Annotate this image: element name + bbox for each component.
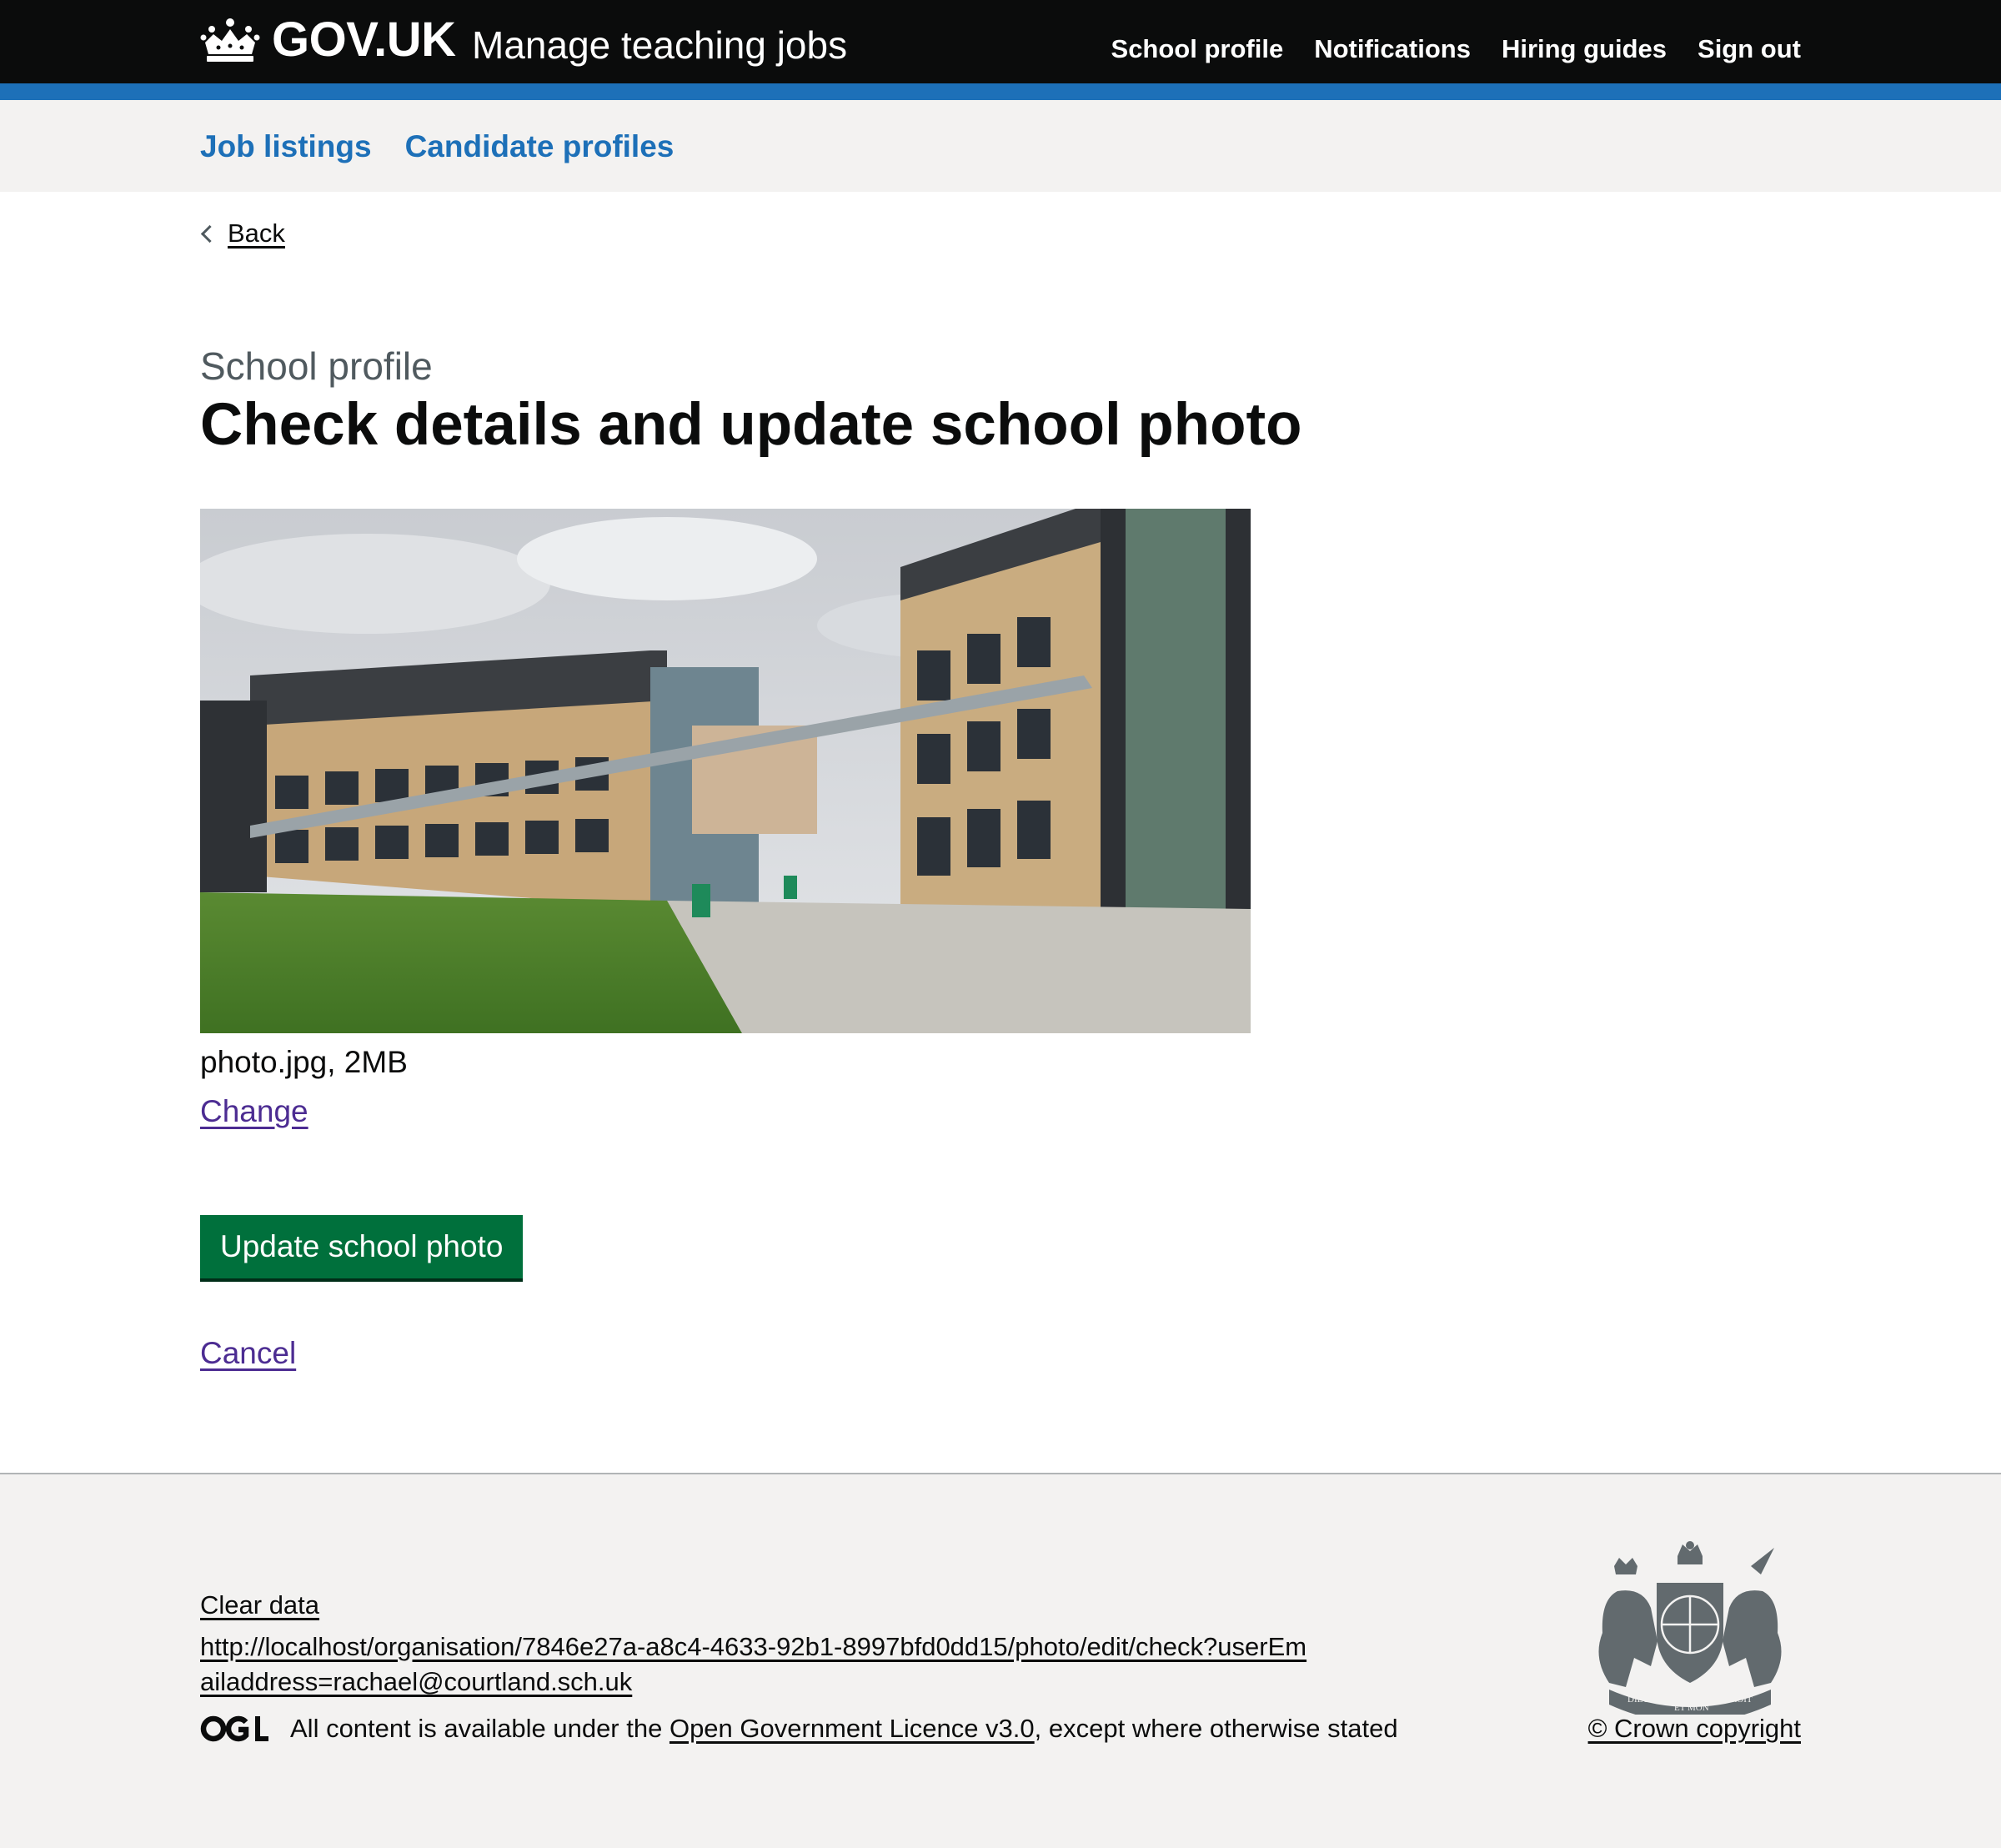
school-building-image <box>200 509 1251 1033</box>
clear-data-link[interactable]: Clear data <box>200 1588 319 1623</box>
nav-notifications[interactable]: Notifications <box>1314 30 1471 68</box>
page-title: Check details and update school photo <box>200 392 1302 458</box>
site-header: GOV.UK Manage teaching jobs School profi… <box>0 0 2001 83</box>
update-school-photo-button[interactable]: Update school photo <box>200 1215 524 1282</box>
chevron-left-icon <box>200 224 219 243</box>
crown-copyright-link[interactable]: © Crown copyright <box>1588 1711 1801 1746</box>
change-photo-link[interactable]: Change <box>200 1090 308 1133</box>
nav-hiring-guides[interactable]: Hiring guides <box>1502 30 1667 68</box>
subnav-job-listings[interactable]: Job listings <box>200 127 372 167</box>
page-caption: School profile <box>200 344 433 388</box>
subnav-candidate-profiles[interactable]: Candidate profiles <box>405 127 675 167</box>
crest-motto-dieu: DIEU <box>1627 1695 1649 1705</box>
school-photo <box>200 509 1251 1033</box>
royal-coat-of-arms-icon: DIEU ET MON DROIT <box>1598 1541 1782 1715</box>
header-navigation: School profile Notifications Hiring guid… <box>1111 30 1801 68</box>
licence-suffix: , except where otherwise stated <box>1034 1714 1398 1743</box>
back-link[interactable]: Back <box>228 215 285 252</box>
crown-icon <box>200 18 260 62</box>
ogl-logo-icon <box>200 1715 268 1742</box>
cancel-link[interactable]: Cancel <box>200 1332 296 1375</box>
back-link-container: Back <box>200 215 285 252</box>
nav-school-profile[interactable]: School profile <box>1111 30 1284 68</box>
site-footer: Clear data http://localhost/organisation… <box>0 1473 2001 1848</box>
service-name-link[interactable]: Manage teaching jobs <box>472 22 847 68</box>
header-blue-stripe <box>0 83 2001 100</box>
debug-url-link[interactable]: http://localhost/organisation/7846e27a-a… <box>200 1630 1317 1700</box>
licence-row: All content is available under the Open … <box>200 1711 1398 1746</box>
nav-sign-out[interactable]: Sign out <box>1698 30 1801 68</box>
logo-text: GOV.UK <box>272 13 456 67</box>
ogl-licence-link[interactable]: Open Government Licence v3.0 <box>670 1711 1035 1746</box>
govuk-logo-link[interactable]: GOV.UK <box>200 13 456 67</box>
licence-prefix: All content is available under the <box>290 1714 670 1743</box>
crest-motto-droit: DROIT <box>1724 1695 1753 1705</box>
sub-navigation: Job listings Candidate profiles <box>0 100 2001 192</box>
file-info: photo.jpg, 2MB <box>200 1045 408 1079</box>
